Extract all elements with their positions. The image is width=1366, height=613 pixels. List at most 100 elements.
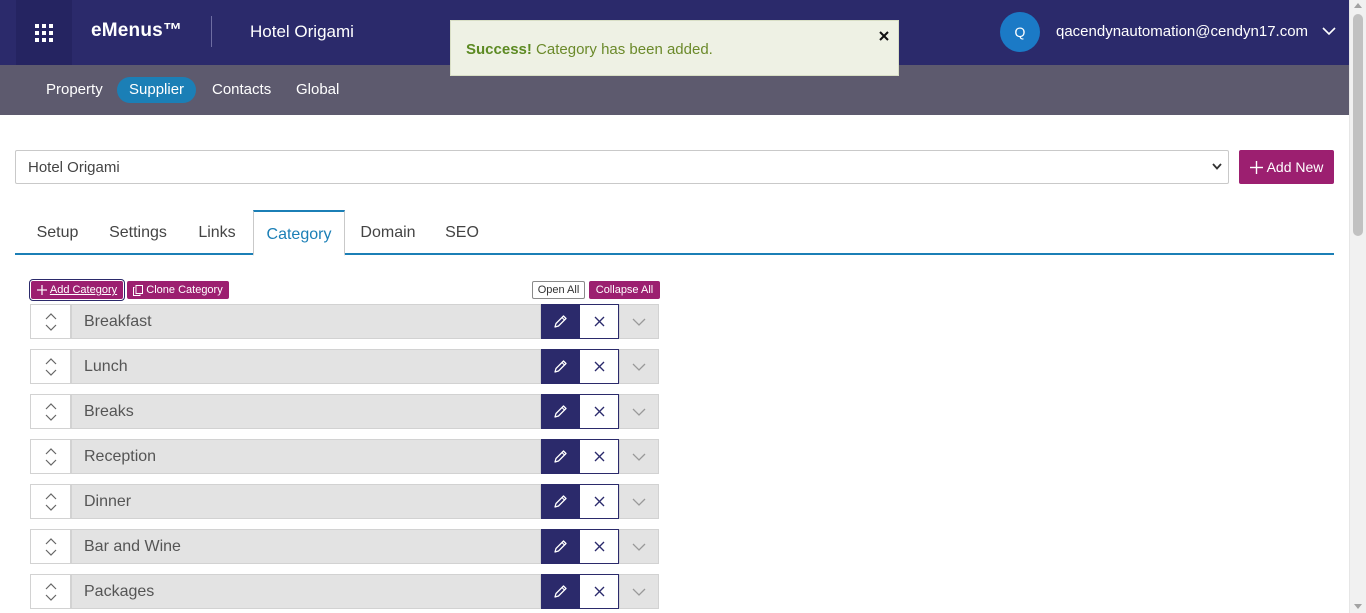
chevron-down-icon <box>632 453 646 461</box>
sort-handle[interactable] <box>30 349 71 384</box>
hotel-title: Hotel Origami <box>250 22 354 41</box>
tab-domain[interactable]: Domain <box>345 210 431 255</box>
edit-category-button[interactable] <box>541 574 579 609</box>
pencil-icon <box>553 405 567 418</box>
sort-handle[interactable] <box>30 394 71 429</box>
toast-title: Success! <box>466 41 532 58</box>
category-row: Breakfast <box>30 304 659 339</box>
scroll-down-arrow[interactable] <box>1354 604 1362 609</box>
close-icon[interactable] <box>877 29 891 43</box>
close-icon <box>594 496 604 507</box>
apps-menu-button[interactable] <box>16 0 72 65</box>
tab-category[interactable]: Category <box>253 210 345 256</box>
page: eMenus™ Hotel Origami Q qacendynautomati… <box>0 0 1366 613</box>
category-row: Bar and Wine <box>30 529 659 564</box>
pencil-icon <box>553 495 567 508</box>
edit-category-button[interactable] <box>541 439 579 474</box>
open-all-button[interactable]: Open All <box>532 281 585 299</box>
sort-handle[interactable] <box>30 529 71 564</box>
chevron-down-icon <box>1212 163 1222 170</box>
sort-handle[interactable] <box>30 304 71 339</box>
delete-category-button[interactable] <box>579 304 619 339</box>
chevron-down-icon <box>632 588 646 596</box>
plus-icon <box>1249 160 1263 174</box>
tab-bar: Setup Settings Links Category Domain SEO <box>15 210 1334 256</box>
nav-item-global[interactable]: Global <box>284 77 351 103</box>
pencil-icon <box>553 315 567 328</box>
success-toast: Success! Category has been added. <box>450 20 899 76</box>
expand-category-button[interactable] <box>619 574 659 609</box>
sort-handle[interactable] <box>30 484 71 519</box>
category-row: Dinner <box>30 484 659 519</box>
brand-logo[interactable]: eMenus™ <box>91 20 182 42</box>
tab-settings[interactable]: Settings <box>100 210 176 255</box>
category-row: Packages <box>30 574 659 609</box>
expand-category-button[interactable] <box>619 304 659 339</box>
delete-category-button[interactable] <box>579 529 619 564</box>
nav-item-property[interactable]: Property <box>34 77 115 103</box>
close-icon <box>594 586 604 597</box>
category-name: Packages <box>71 574 541 609</box>
sort-handle[interactable] <box>30 574 71 609</box>
category-name: Dinner <box>71 484 541 519</box>
grid-icon <box>35 23 53 42</box>
toast-message: Category has been added. <box>536 41 713 58</box>
pencil-icon <box>553 540 567 553</box>
delete-category-button[interactable] <box>579 349 619 384</box>
edit-category-button[interactable] <box>541 349 579 384</box>
property-select[interactable]: Hotel Origami <box>15 150 1229 184</box>
nav-item-supplier[interactable]: Supplier <box>117 77 197 103</box>
add-new-button[interactable]: Add New <box>1239 150 1334 184</box>
sort-icon <box>45 492 56 511</box>
close-icon <box>594 451 604 462</box>
add-category-button[interactable]: Add Category <box>29 279 125 301</box>
copy-icon <box>133 284 144 296</box>
sort-handle[interactable] <box>30 439 71 474</box>
add-new-label: Add New <box>1266 159 1324 175</box>
sort-icon <box>45 447 56 466</box>
header-divider <box>211 16 212 47</box>
expand-category-button[interactable] <box>619 529 659 564</box>
pencil-icon <box>553 360 567 373</box>
edit-category-button[interactable] <box>541 394 579 429</box>
category-name: Reception <box>71 439 541 474</box>
delete-category-button[interactable] <box>579 439 619 474</box>
pencil-icon <box>553 450 567 463</box>
scroll-up-arrow[interactable] <box>1354 3 1362 8</box>
pencil-icon <box>553 585 567 598</box>
collapse-all-button[interactable]: Collapse All <box>589 281 660 299</box>
tab-setup[interactable]: Setup <box>15 210 100 255</box>
close-icon <box>594 361 604 372</box>
expand-category-button[interactable] <box>619 349 659 384</box>
category-row: Reception <box>30 439 659 474</box>
category-row: Lunch <box>30 349 659 384</box>
tab-links[interactable]: Links <box>186 210 248 255</box>
chevron-down-icon <box>632 543 646 551</box>
clone-category-button[interactable]: Clone Category <box>127 281 229 299</box>
close-icon <box>594 316 604 327</box>
edit-category-button[interactable] <box>541 484 579 519</box>
delete-category-button[interactable] <box>579 394 619 429</box>
page-scrollbar[interactable] <box>1349 0 1366 613</box>
delete-category-button[interactable] <box>579 484 619 519</box>
expand-category-button[interactable] <box>619 439 659 474</box>
category-name: Bar and Wine <box>71 529 541 564</box>
chevron-down-icon[interactable] <box>1322 27 1336 36</box>
category-row: Breaks <box>30 394 659 429</box>
delete-category-button[interactable] <box>579 574 619 609</box>
expand-category-button[interactable] <box>619 484 659 519</box>
user-email[interactable]: qacendynautomation@cendyn17.com <box>1056 23 1308 40</box>
edit-category-button[interactable] <box>541 529 579 564</box>
category-name: Lunch <box>71 349 541 384</box>
add-category-label: Add Category <box>49 284 118 296</box>
nav-item-contacts[interactable]: Contacts <box>200 77 283 103</box>
tab-seo[interactable]: SEO <box>431 210 493 255</box>
edit-category-button[interactable] <box>541 304 579 339</box>
chevron-down-icon <box>632 363 646 371</box>
expand-category-button[interactable] <box>619 394 659 429</box>
category-name: Breakfast <box>71 304 541 339</box>
scroll-thumb[interactable] <box>1353 14 1363 236</box>
chevron-down-icon <box>632 318 646 326</box>
avatar[interactable]: Q <box>1000 12 1040 52</box>
sort-icon <box>45 582 56 601</box>
